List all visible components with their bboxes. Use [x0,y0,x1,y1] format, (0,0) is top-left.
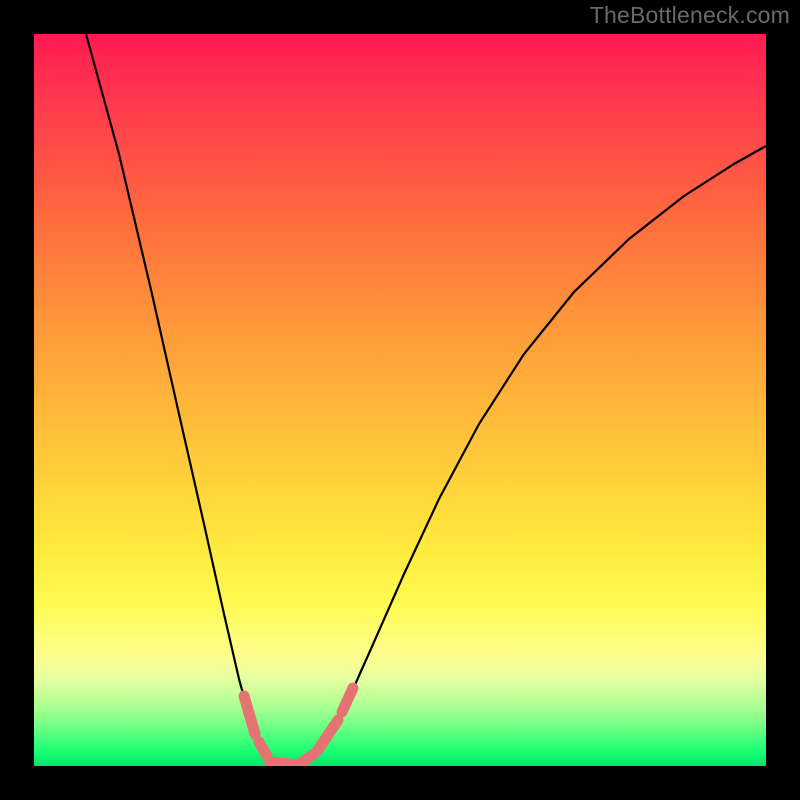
marker-segment [301,754,314,763]
marker-segment [259,742,269,760]
curve-markers [244,688,353,765]
plot-area [34,34,766,766]
watermark-text: TheBottleneck.com [590,2,790,29]
marker-segment [244,696,255,734]
marker-segment [272,762,298,765]
marker-segment [318,720,338,750]
chart-frame: TheBottleneck.com [0,0,800,800]
curve-svg [34,34,766,766]
marker-segment [342,688,353,712]
bottleneck-curve [86,34,766,765]
